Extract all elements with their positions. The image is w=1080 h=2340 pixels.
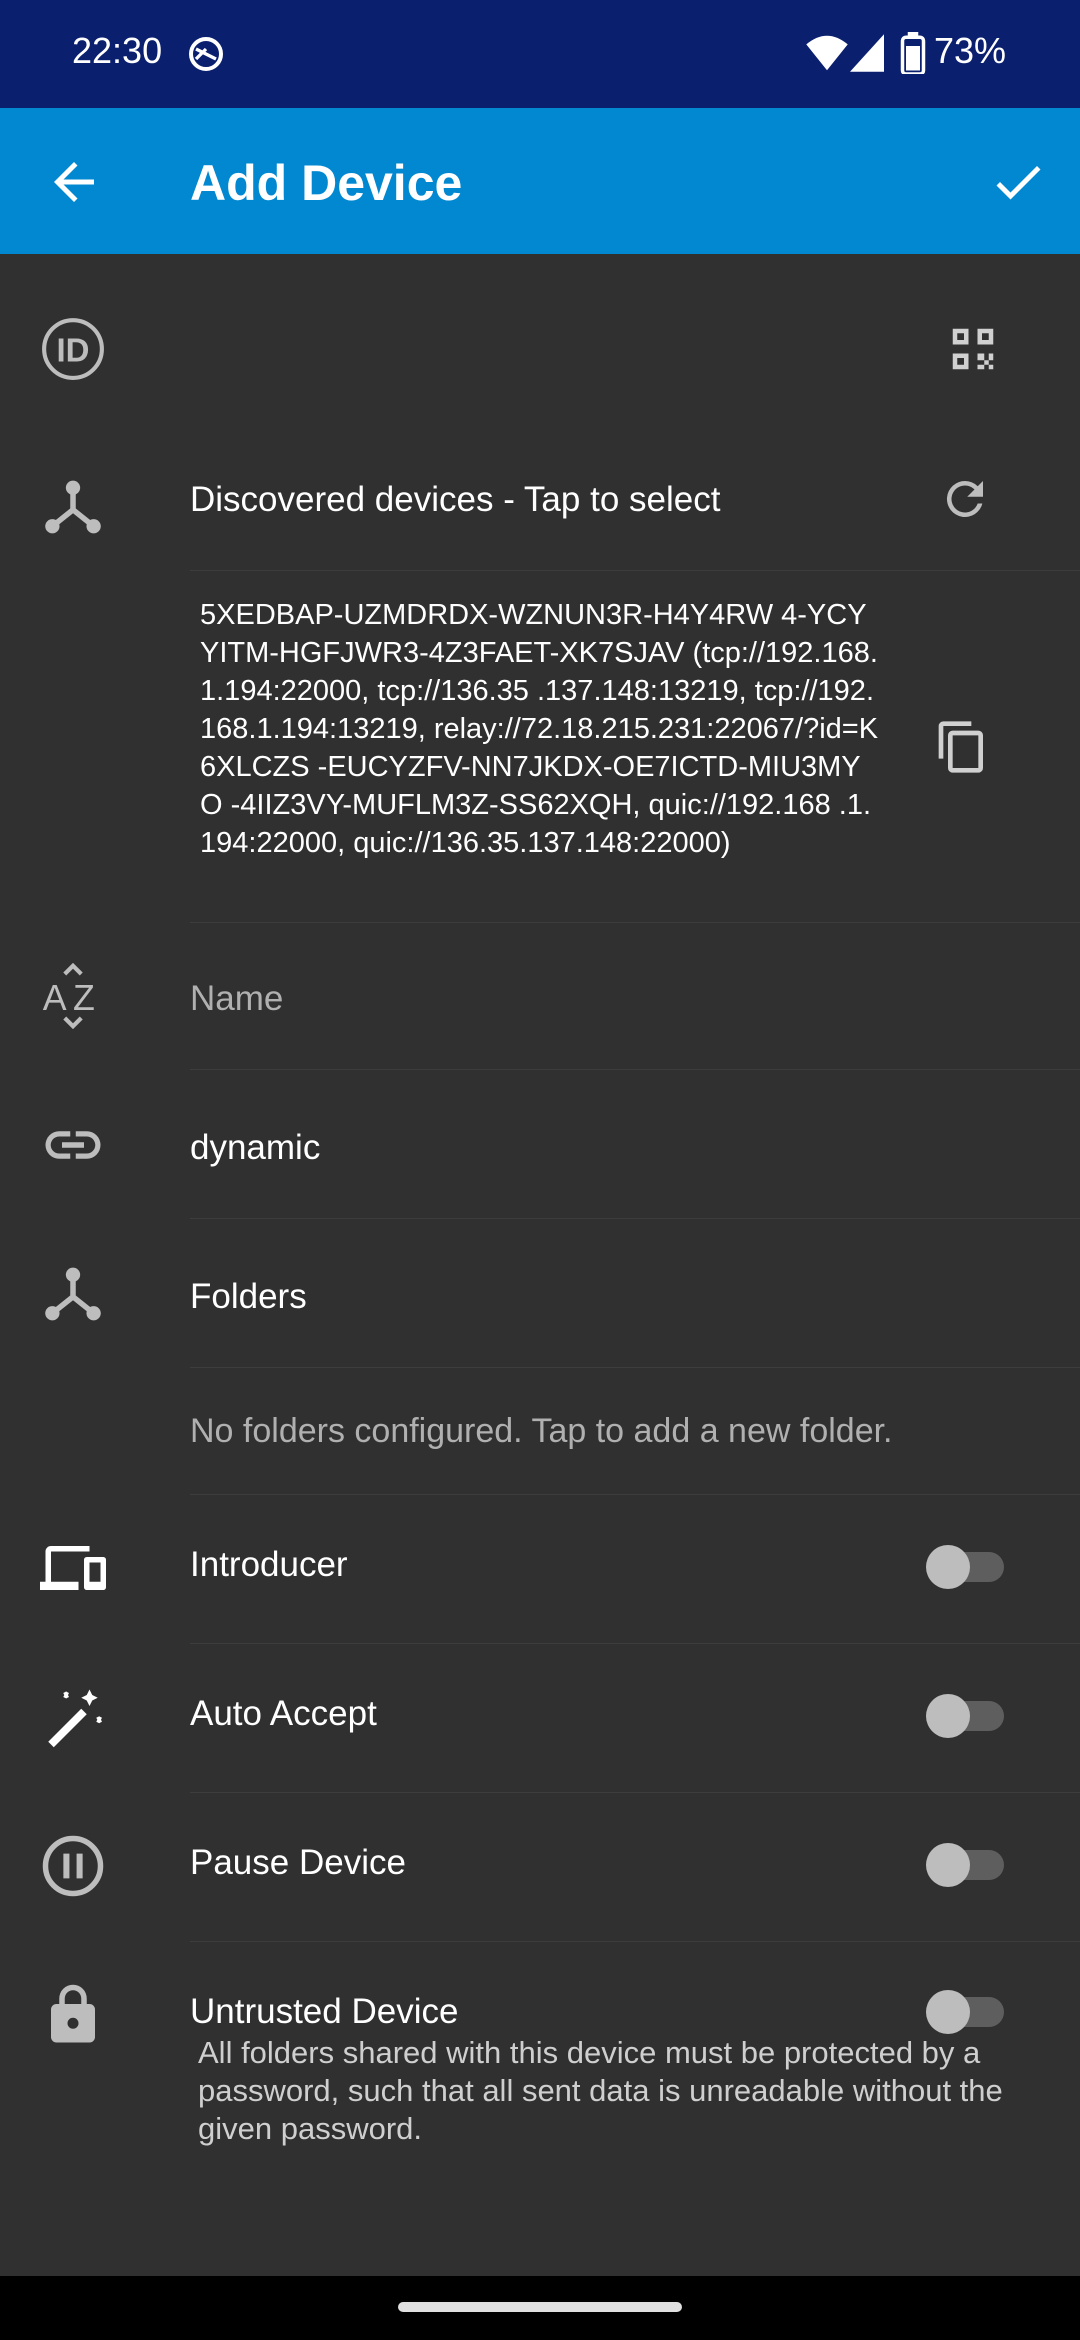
sync-icon	[189, 37, 223, 71]
address-row[interactable]: dynamic	[0, 1070, 1080, 1218]
refresh-icon[interactable]	[938, 472, 992, 526]
name-row[interactable]: A Z Name	[0, 923, 1080, 1069]
copy-icon[interactable]	[934, 716, 990, 778]
check-icon[interactable]	[988, 152, 1048, 212]
page-title: Add Device	[190, 155, 463, 211]
signal-icon	[850, 34, 884, 72]
device-id-row[interactable]: ID	[0, 254, 1080, 444]
address-input[interactable]: dynamic	[190, 1128, 320, 1168]
toggle-thumb	[926, 1694, 970, 1738]
discovered-devices-label: Discovered devices - Tap to select	[190, 480, 721, 519]
magic-wand-icon	[48, 1689, 102, 1748]
auto-accept-row[interactable]: Auto Accept	[0, 1644, 1080, 1792]
share-nodes-icon	[45, 1267, 101, 1321]
svg-text:ID: ID	[57, 331, 90, 368]
navigation-bar	[0, 2276, 1080, 2340]
name-input[interactable]: Name	[190, 979, 283, 1019]
svg-text:Z: Z	[73, 978, 95, 1018]
toggle-thumb	[926, 1990, 970, 2034]
pause-device-row[interactable]: Pause Device	[0, 1793, 1080, 1941]
folders-label: Folders	[190, 1277, 307, 1316]
arrow-back-icon[interactable]	[44, 152, 104, 212]
qr-code-icon[interactable]	[946, 322, 1000, 376]
lock-icon	[51, 1984, 95, 2043]
pause-device-label: Pause Device	[190, 1843, 406, 1882]
share-nodes-icon	[45, 480, 101, 534]
discovered-devices-row[interactable]: Discovered devices - Tap to select	[0, 444, 1080, 570]
introducer-toggle[interactable]	[926, 1545, 1010, 1589]
home-gesture-handle[interactable]	[398, 2302, 682, 2312]
wifi-icon	[806, 35, 848, 71]
device-id-value: 5XEDBAP-UZMDRDX-WZNUN3R-H4Y4RW 4-YCYYITM…	[200, 599, 879, 859]
no-folders-row[interactable]: No folders configured. Tap to add a new …	[0, 1368, 1080, 1494]
id-icon: ID	[42, 318, 104, 380]
introducer-row[interactable]: Introducer	[0, 1495, 1080, 1643]
untrusted-device-description: All folders shared with this device must…	[198, 2035, 1003, 2146]
status-bar: 22:30 73%	[0, 0, 1080, 108]
introducer-label: Introducer	[190, 1545, 348, 1584]
toggle-thumb	[926, 1545, 970, 1589]
untrusted-device-toggle[interactable]	[926, 1990, 1010, 2034]
sort-alpha-icon: A Z	[43, 963, 95, 1029]
pause-circle-icon	[42, 1835, 104, 1897]
no-folders-text[interactable]: No folders configured. Tap to add a new …	[190, 1412, 893, 1451]
status-time: 22:30	[72, 30, 163, 71]
folders-row: Folders	[0, 1219, 1080, 1367]
pause-device-toggle[interactable]	[926, 1843, 1010, 1887]
auto-accept-toggle[interactable]	[926, 1694, 1010, 1738]
auto-accept-label: Auto Accept	[190, 1694, 377, 1733]
toggle-thumb	[926, 1843, 970, 1887]
link-icon	[45, 1131, 101, 1159]
devices-icon	[40, 1546, 106, 1590]
svg-text:A: A	[43, 978, 67, 1018]
battery-icon	[900, 32, 926, 74]
app-bar: Add Device	[0, 108, 1080, 254]
untrusted-device-label: Untrusted Device	[190, 1992, 459, 2031]
battery-percent: 73%	[934, 30, 1007, 71]
